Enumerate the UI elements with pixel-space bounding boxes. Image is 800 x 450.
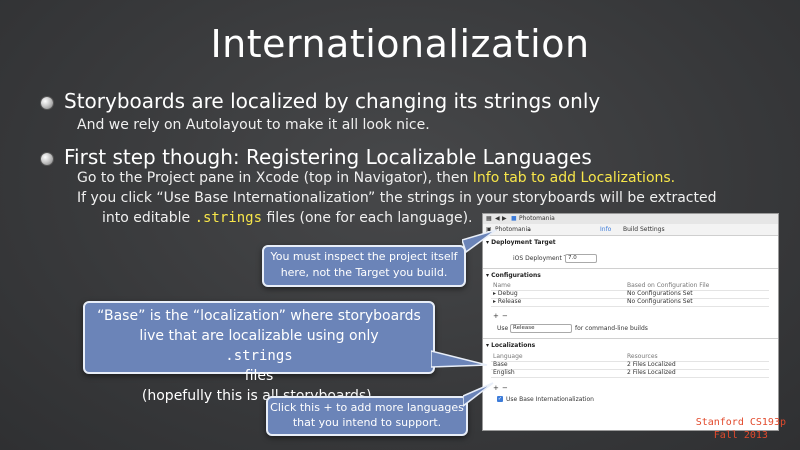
callout-plus-arrow xyxy=(463,382,494,407)
command-line-config-popup[interactable]: Release xyxy=(510,324,572,333)
callout-base-arrow xyxy=(431,350,488,368)
back-arrow-icon[interactable]: ◀ xyxy=(495,215,500,222)
callout-project-line2: here, not the Target you build. xyxy=(280,266,448,279)
bullet-2-line2: If you click “Use Base Internationalizat… xyxy=(77,190,717,206)
xcode-tab-bar: ▣ Photomania ⌄ Info Build Settings xyxy=(483,224,778,236)
info-tab-highlight: Info tab to add Localizations. xyxy=(472,170,676,186)
deployment-target-value: 7.0 xyxy=(568,255,577,261)
callout-plus: Click this + to add more languages that … xyxy=(266,396,468,436)
course-name: Stanford CS193p xyxy=(695,417,786,428)
bullet-2-line3-b: files (one for each language). xyxy=(262,210,473,226)
callout-base-line2-a: live that are localizable using only xyxy=(139,328,379,344)
column-header-resources: Resources xyxy=(627,353,658,360)
jump-bar-project[interactable]: Photomania xyxy=(519,215,555,222)
command-line-suffix: for command-line builds xyxy=(575,325,648,332)
bullet-1-heading: Storyboards are localized by changing it… xyxy=(64,89,601,113)
popup-chevron-icon: ⌄ xyxy=(527,226,533,233)
forward-arrow-icon[interactable]: ▶ xyxy=(502,215,507,222)
column-header-config-file: Based on Configuration File xyxy=(627,282,710,289)
bullet-2-line1: Go to the Project pane in Xcode (top in … xyxy=(77,170,675,186)
deployment-target-popup[interactable]: 7.0 xyxy=(565,254,597,263)
configurations-heading: Configurations xyxy=(491,272,541,279)
language-name: Base xyxy=(493,361,508,368)
callout-base-line2-b: files xyxy=(244,368,274,384)
callout-project: You must inspect the project itself here… xyxy=(262,245,466,287)
localizations-section[interactable]: ▾ Localizations xyxy=(486,342,535,349)
course-footer: Stanford CS193p Fall 2013 xyxy=(696,416,786,442)
bullet-1-sub: And we rely on Autolayout to make it all… xyxy=(77,117,430,133)
strings-code: .strings xyxy=(194,210,263,226)
callout-base-line1: “Base” is the “localization” where story… xyxy=(97,308,421,324)
tab-build-settings[interactable]: Build Settings xyxy=(623,226,665,233)
callout-plus-line2: that you intend to support. xyxy=(292,416,442,429)
project-file-icon: ■ xyxy=(511,215,517,222)
localizations-heading: Localizations xyxy=(491,342,536,349)
grid-icon[interactable]: ▦ xyxy=(486,215,492,222)
config-file: No Configurations Set xyxy=(627,298,693,305)
config-name: ▸ Debug xyxy=(493,290,518,297)
tab-info[interactable]: Info xyxy=(600,226,611,233)
column-header-name: Name xyxy=(493,282,511,289)
language-name: English xyxy=(493,369,515,376)
config-name: ▸ Release xyxy=(493,298,522,305)
bullet-2-line3: into editable .strings files (one for ea… xyxy=(102,210,473,226)
bullet-icon xyxy=(41,97,53,109)
callout-plus-line1: Click this + to add more languages xyxy=(270,401,464,414)
callout-base-strings-code: .strings xyxy=(225,348,293,364)
use-base-internationalization-label: Use Base Internationalization xyxy=(506,396,594,403)
bullet-2-line3-a: into editable xyxy=(102,210,195,226)
callout-base: “Base” is the “localization” where story… xyxy=(83,301,435,404)
xcode-project-editor: ▦ ◀ ▶ ■ Photomania ▣ Photomania ⌄ Info B… xyxy=(482,213,779,431)
callout-base-line2: live that are localizable using only .st… xyxy=(85,326,433,386)
remove-localization-button[interactable]: − xyxy=(502,384,508,392)
configurations-section[interactable]: ▾ Configurations xyxy=(486,272,541,279)
slide-title: Internationalization xyxy=(210,22,590,66)
remove-configuration-button[interactable]: − xyxy=(502,312,508,320)
column-header-language: Language xyxy=(493,353,523,360)
language-resources: 2 Files Localized xyxy=(627,369,676,376)
course-term: Fall 2013 xyxy=(713,430,768,441)
bullet-2-heading: First step though: Registering Localizab… xyxy=(64,145,592,169)
bullet-2-line1-text: Go to the Project pane in Xcode (top in … xyxy=(77,170,473,186)
divider xyxy=(483,268,778,269)
language-resources: 2 Files Localized xyxy=(627,361,676,368)
callout-project-line1: You must inspect the project itself xyxy=(270,250,458,263)
command-line-config-value: Release xyxy=(513,325,535,331)
table-row[interactable]: ▸ Release No Configurations Set xyxy=(491,298,769,307)
callout-project-arrow xyxy=(462,229,497,254)
config-file: No Configurations Set xyxy=(627,290,693,297)
use-label: Use xyxy=(497,325,509,332)
table-row[interactable]: English 2 Files Localized xyxy=(491,369,769,378)
divider xyxy=(483,338,778,339)
bullet-icon xyxy=(41,153,53,165)
add-configuration-button[interactable]: + xyxy=(493,312,499,320)
